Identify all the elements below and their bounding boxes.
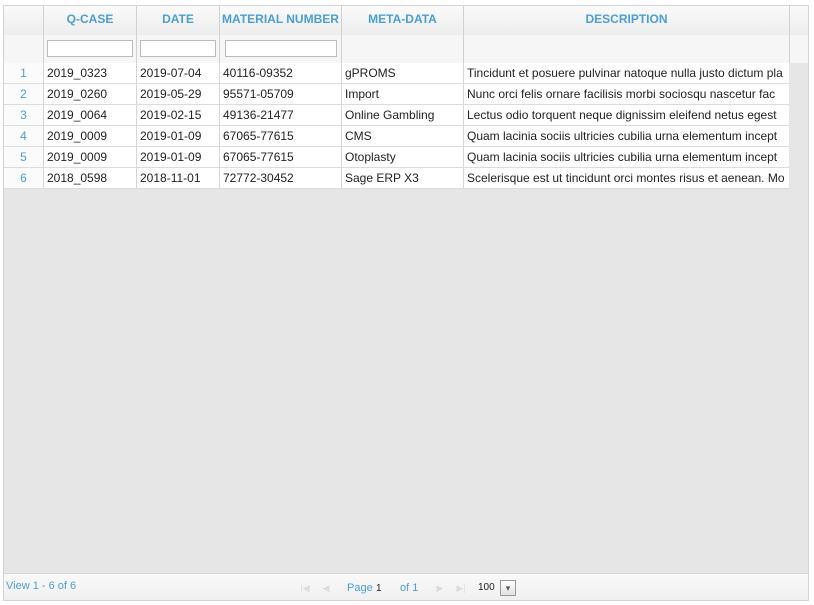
chevron-down-icon[interactable]: ▾ <box>500 580 516 596</box>
filter-date-input[interactable] <box>140 40 216 57</box>
table-row[interactable]: 6 2018_0598 2018-11-01 72772-30452 Sage … <box>4 168 789 189</box>
cell-q-case: 2018_0598 <box>44 168 137 188</box>
filter-q-case-input[interactable] <box>47 40 133 57</box>
column-header-q-case[interactable]: Q-CASE <box>44 6 137 35</box>
column-header-meta-data[interactable]: META-DATA <box>342 6 464 35</box>
cell-material-number: 67065-77615 <box>220 147 342 167</box>
table-row[interactable]: 4 2019_0009 2019-01-09 67065-77615 CMS Q… <box>4 126 789 147</box>
data-grid: Q-CASE DATE MATERIAL NUMBER META-DATA DE… <box>3 5 809 601</box>
cell-q-case: 2019_0260 <box>44 84 137 104</box>
row-number: 5 <box>4 147 44 167</box>
cell-material-number: 49136-21477 <box>220 105 342 125</box>
filter-material-number-input[interactable] <box>225 40 337 57</box>
cell-date: 2019-01-09 <box>137 147 220 167</box>
rows-per-page-value: 100 <box>478 582 495 593</box>
cell-date: 2018-11-01 <box>137 168 220 188</box>
vertical-scrollbar-track[interactable] <box>789 63 808 573</box>
row-number: 4 <box>4 126 44 146</box>
rows-per-page-select[interactable]: 100 ▾ <box>478 580 520 597</box>
cell-description: Nunc orci felis ornare facilisis morbi s… <box>467 87 776 101</box>
last-page-icon[interactable]: ▶| <box>455 584 467 593</box>
next-page-icon[interactable]: ▶ <box>434 584 446 593</box>
column-header-date[interactable]: DATE <box>137 6 220 35</box>
cell-q-case: 2019_0009 <box>44 147 137 167</box>
page-number-input[interactable] <box>374 580 400 596</box>
row-number: 3 <box>4 105 44 125</box>
cell-description: Lectus odio torquent neque dignissim ele… <box>467 108 777 122</box>
grid-body: 1 2019_0323 2019-07-04 40116-09352 gPROM… <box>4 63 789 189</box>
cell-date: 2019-01-09 <box>137 126 220 146</box>
cell-description: Quam lacinia sociis ultricies cubilia ur… <box>467 129 778 143</box>
cell-meta-data: Sage ERP X3 <box>342 168 464 188</box>
cell-material-number: 40116-09352 <box>220 63 342 83</box>
records-info: View 1 - 6 of 6 <box>6 580 77 592</box>
cell-description: Scelerisque est ut tincidunt orci montes… <box>467 171 785 185</box>
cell-material-number: 95571-05709 <box>220 84 342 104</box>
cell-date: 2019-02-15 <box>137 105 220 125</box>
cell-material-number: 72772-30452 <box>220 168 342 188</box>
cell-meta-data: Import <box>342 84 464 104</box>
filter-toolbar <box>4 35 808 64</box>
page-label: Page <box>347 582 373 594</box>
cell-meta-data: Otoplasty <box>342 147 464 167</box>
pager-bar: View 1 - 6 of 6 |◀ ◀ Page of 1 ▶ ▶| 100 … <box>4 573 808 600</box>
column-header-description[interactable]: DESCRIPTION <box>464 6 790 35</box>
row-number: 2 <box>4 84 44 104</box>
cell-q-case: 2019_0323 <box>44 63 137 83</box>
rownum-header <box>4 6 44 35</box>
cell-date: 2019-05-29 <box>137 84 220 104</box>
page-count-label: of 1 <box>400 582 419 594</box>
cell-meta-data: gPROMS <box>342 63 464 83</box>
table-row[interactable]: 1 2019_0323 2019-07-04 40116-09352 gPROM… <box>4 63 789 84</box>
cell-date: 2019-07-04 <box>137 63 220 83</box>
cell-q-case: 2019_0064 <box>44 105 137 125</box>
cell-q-case: 2019_0009 <box>44 126 137 146</box>
first-page-icon[interactable]: |◀ <box>299 584 311 593</box>
table-row[interactable]: 2 2019_0260 2019-05-29 95571-05709 Impor… <box>4 84 789 105</box>
column-header-material-number[interactable]: MATERIAL NUMBER <box>220 6 342 35</box>
grid-header: Q-CASE DATE MATERIAL NUMBER META-DATA DE… <box>4 6 808 36</box>
cell-description: Tincidunt et posuere pulvinar natoque nu… <box>467 66 783 80</box>
prev-page-icon[interactable]: ◀ <box>320 584 332 593</box>
table-row[interactable]: 5 2019_0009 2019-01-09 67065-77615 Otopl… <box>4 147 789 168</box>
table-row[interactable]: 3 2019_0064 2019-02-15 49136-21477 Onlin… <box>4 105 789 126</box>
cell-meta-data: Online Gambling <box>342 105 464 125</box>
cell-meta-data: CMS <box>342 126 464 146</box>
row-number: 6 <box>4 168 44 188</box>
row-number: 1 <box>4 63 44 83</box>
cell-description: Quam lacinia sociis ultricies cubilia ur… <box>467 150 778 164</box>
cell-material-number: 67065-77615 <box>220 126 342 146</box>
